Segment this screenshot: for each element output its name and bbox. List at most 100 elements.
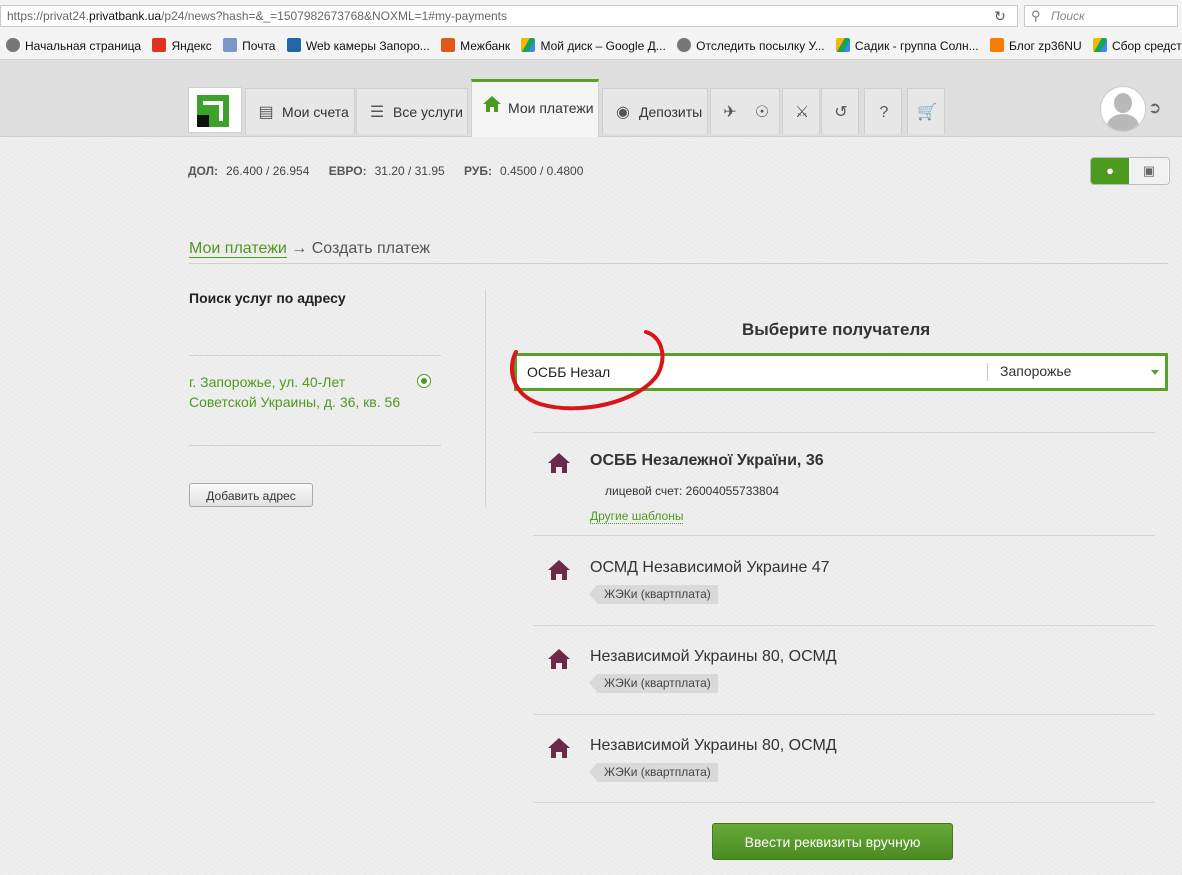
divider	[189, 355, 441, 356]
exchange-rates: ДОЛ: 26.400 / 26.954 ЕВРО: 31.20 / 31.95 Р…	[188, 164, 583, 178]
globe-icon	[677, 38, 692, 52]
drive-icon	[521, 38, 536, 52]
divider	[189, 445, 441, 446]
tab-my-accounts[interactable]: ▤ Мои счета	[245, 88, 355, 134]
divider	[189, 263, 1168, 264]
bookmarks-bar: Начальная страница Яндекс Почта Web каме…	[0, 33, 1182, 60]
account-number: 26004055733804	[685, 484, 780, 498]
bookmark-item[interactable]: Яндекс	[152, 33, 212, 59]
travel-icon: ✈	[723, 104, 737, 121]
bookmark-item[interactable]: Начальная страница	[6, 33, 141, 59]
browser-search-input[interactable]: ⚲ Поиск	[1024, 5, 1178, 27]
category-tag: ЖЭКи (квартплата)	[589, 674, 718, 693]
tab-history[interactable]: ↺	[821, 88, 859, 134]
rate-value: 0.4500 / 0.4800	[499, 164, 584, 178]
house-icon	[548, 738, 570, 758]
tab-all-services[interactable]: ☰ Все услуги	[356, 88, 468, 134]
category-tag: ЖЭКи (квартплата)	[589, 763, 718, 782]
house-icon	[548, 560, 570, 580]
tab-label: Депозиты	[639, 104, 703, 120]
tab-deposits[interactable]: ◉ Депозиты	[602, 88, 708, 134]
url-path: /p24/news?hash=&_=1507982673768&NOXML=1#…	[161, 9, 507, 23]
result-item[interactable]: Независимой Украины 80, ОСМД ЖЭКи (кварт…	[533, 648, 1155, 698]
breadcrumb-link-my-payments[interactable]: Мои платежи	[189, 240, 287, 258]
cart-icon: 🛒	[917, 104, 937, 121]
webcam-icon	[286, 38, 301, 52]
page-content: ▤ Мои счета ☰ Все услуги Мои платежи ◉ Депо…	[0, 60, 1182, 875]
result-title: Независимой Украины 80, ОСМД	[590, 648, 837, 665]
drive-icon	[1092, 38, 1107, 52]
blogger-icon	[990, 38, 1004, 52]
add-address-button[interactable]: Добавить адрес	[189, 483, 313, 507]
briefcase-icon[interactable]: ▣	[1130, 158, 1168, 184]
address-search-panel: Поиск услуг по адресу г. Запорожье, ул. …	[189, 290, 441, 507]
category-tag: ЖЭКи (квартплата)	[589, 585, 718, 604]
recipient-search-input[interactable]	[527, 362, 967, 382]
chevron-down-icon[interactable]	[1151, 370, 1159, 375]
result-item[interactable]: Независимой Украины 80, ОСМД ЖЭКи (кварт…	[533, 737, 1155, 787]
divider	[533, 714, 1155, 715]
bookmark-item[interactable]: Почта	[223, 33, 275, 59]
coat-of-arms-icon: ⚔	[794, 104, 810, 121]
rate-label: ЕВРО:	[328, 164, 367, 178]
result-item[interactable]: ОСББ Незалежної України, 36 лицевой счет…	[533, 452, 1155, 532]
drive-icon	[835, 38, 850, 52]
reload-icon[interactable]: ↻	[990, 8, 1010, 24]
other-templates-link[interactable]: Другие шаблоны	[590, 509, 684, 524]
rate-value: 26.400 / 26.954	[226, 164, 310, 178]
bookmark-label: Яндекс	[171, 39, 212, 53]
privatbank-logo[interactable]	[188, 87, 242, 133]
breadcrumb: Мои платежи → Создать платеж	[189, 240, 430, 258]
tab-my-payments[interactable]: Мои платежи	[471, 79, 599, 137]
result-item[interactable]: ОСМД Независимой Украине 47 ЖЭКи (квартп…	[533, 559, 1155, 609]
bookmark-item[interactable]: Web камеры Запоро...	[286, 33, 430, 59]
address-search-title: Поиск услуг по адресу	[189, 290, 346, 306]
breadcrumb-current: Создать платеж	[311, 240, 431, 257]
bookmark-label: Отследить посылку У...	[696, 39, 825, 53]
mail-icon	[223, 38, 238, 52]
result-title: ОСМД Независимой Украине 47	[590, 559, 830, 576]
account-line: лицевой счет: 26004055733804	[605, 484, 779, 498]
bookmark-item[interactable]: Сбор средств	[1092, 33, 1182, 59]
bookmark-item[interactable]: Мой диск – Google Д...	[521, 33, 666, 59]
bookmark-label: Web камеры Запоро...	[305, 39, 430, 53]
bookmark-label: Сбор средств	[1111, 39, 1182, 53]
logout-icon[interactable]: ➲	[1148, 98, 1168, 118]
tab-travel[interactable]: ✈ ☉	[710, 88, 780, 134]
browser-toolbar: https://privat24.privatbank.ua/p24/news?…	[0, 0, 1182, 34]
column-divider	[485, 290, 486, 507]
help-icon: ?	[879, 104, 889, 121]
bookmark-item[interactable]: Блог zp36NU	[990, 33, 1082, 59]
breadcrumb-arrow: →	[291, 240, 308, 257]
city-select[interactable]: Запорожье	[1000, 363, 1071, 379]
avatar[interactable]	[1100, 86, 1146, 132]
bookmark-label: Начальная страница	[25, 39, 142, 53]
divider	[533, 535, 1155, 536]
divider	[533, 802, 1155, 803]
home-icon	[482, 83, 502, 135]
bookmark-item[interactable]: Садик - группа Солн...	[835, 33, 979, 59]
house-icon	[548, 453, 570, 473]
search-placeholder: Поиск	[1051, 9, 1085, 23]
bookmark-label: Межбанк	[460, 39, 511, 53]
address-radio[interactable]	[417, 374, 431, 388]
mezhbank-icon	[441, 38, 456, 52]
tab-help[interactable]: ?	[864, 88, 902, 134]
account-label: лицевой счет:	[605, 484, 683, 498]
saved-address[interactable]: г. Запорожье, ул. 40-Лет Советской Украи…	[189, 372, 409, 412]
url-host: privatbank.ua	[89, 9, 162, 23]
bookmark-item[interactable]: Отследить посылку У...	[677, 33, 825, 59]
tab-government[interactable]: ⚔	[782, 88, 820, 134]
tab-label: Мои счета	[282, 104, 349, 120]
list-icon: ☰	[369, 104, 385, 121]
card-icon: ▤	[258, 104, 274, 121]
person-icon[interactable]: ●	[1091, 158, 1129, 184]
result-title: Независимой Украины 80, ОСМД	[590, 737, 837, 754]
yandex-icon	[152, 38, 167, 52]
tab-shop[interactable]: 🛒	[907, 88, 945, 134]
top-navigation: ▤ Мои счета ☰ Все услуги Мои платежи ◉ Депо…	[0, 60, 1182, 137]
address-bar[interactable]: https://privat24.privatbank.ua/p24/news?…	[0, 5, 1018, 27]
enter-details-manually-button[interactable]: Ввести реквизиты вручную	[712, 823, 953, 860]
bookmark-label: Мой диск – Google Д...	[540, 39, 666, 53]
bookmark-item[interactable]: Межбанк	[441, 33, 510, 59]
